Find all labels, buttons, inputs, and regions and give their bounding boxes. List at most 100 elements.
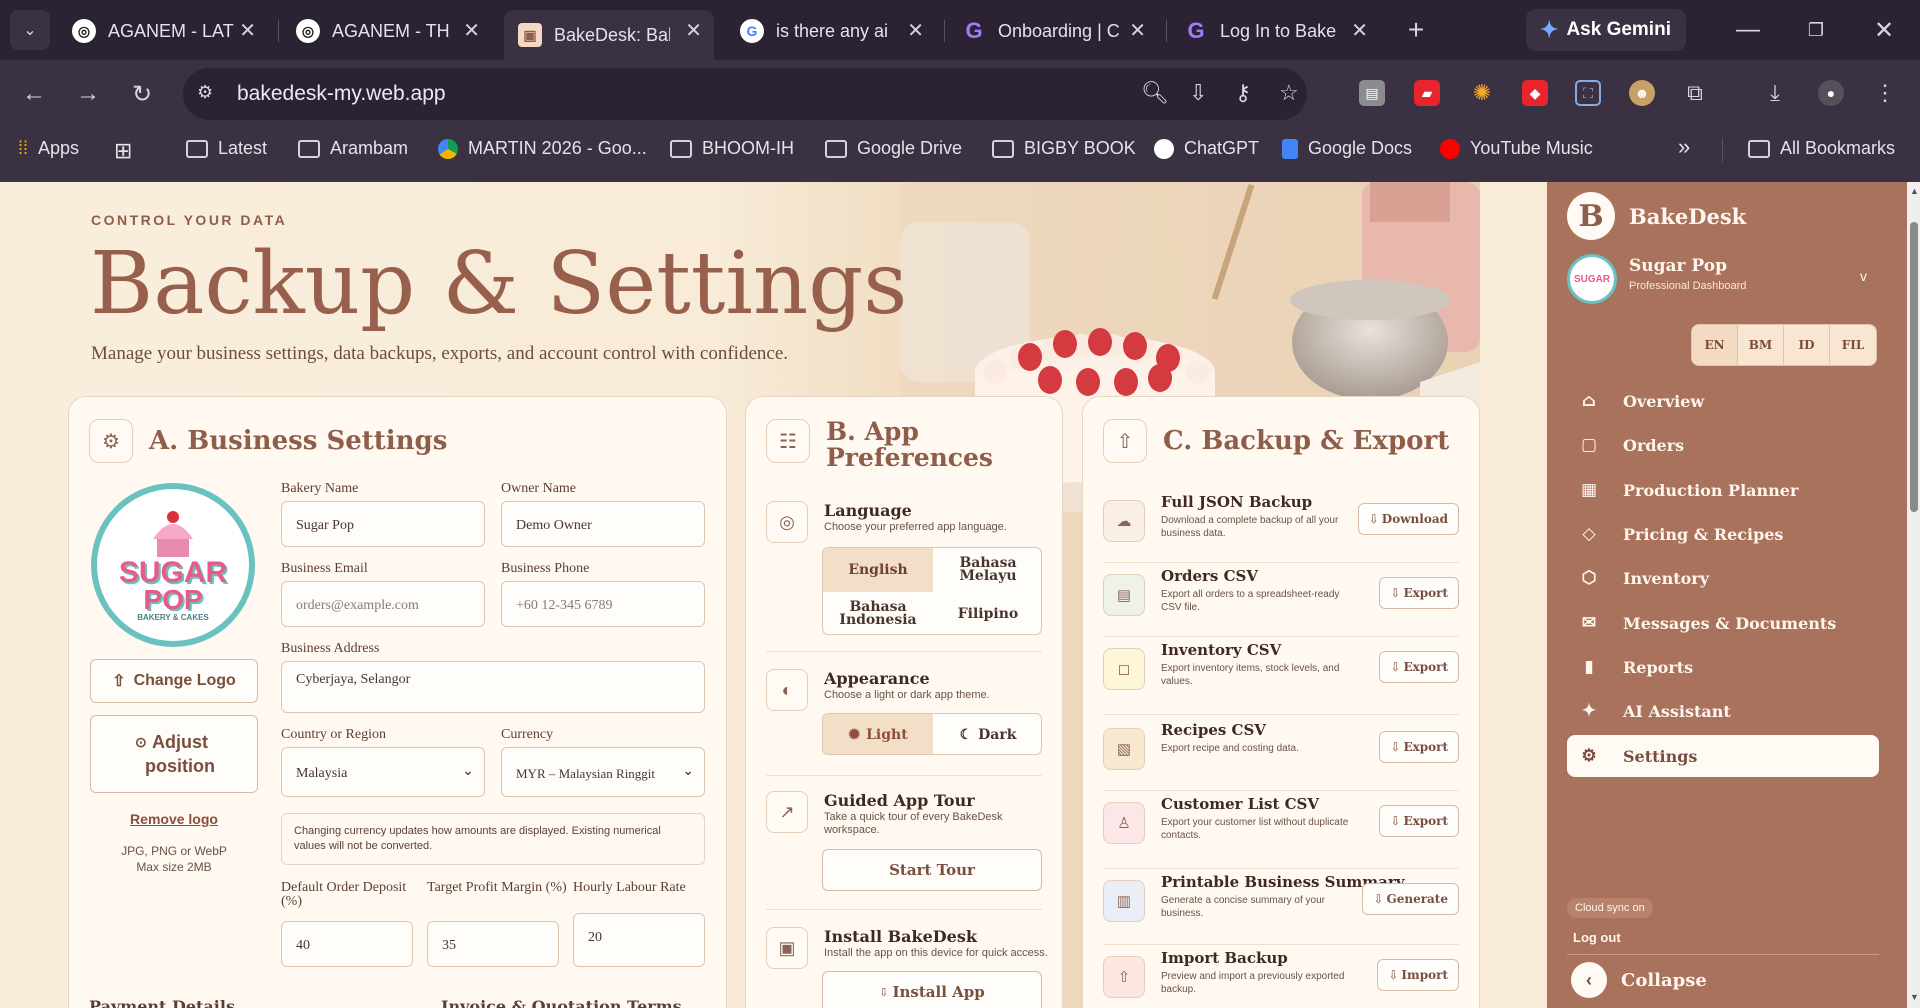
close-window-button[interactable]: ✕	[1864, 10, 1904, 50]
bookmark-bhoom-ih[interactable]: BHOOM-IH	[670, 138, 794, 159]
menu-kebab-icon[interactable]: ⋮	[1872, 80, 1898, 106]
extension-icon[interactable]: ▤	[1359, 80, 1385, 106]
sidebar-item-production-planner[interactable]: ▦ Production Planner	[1567, 469, 1879, 511]
back-button[interactable]: ←	[14, 74, 54, 114]
collapse-button[interactable]: ‹ Collapse	[1571, 962, 1707, 998]
forward-button[interactable]: →	[68, 74, 108, 114]
tab-bakedesk[interactable]: ▣ BakeDesk: Bak ✕	[504, 10, 714, 60]
language-option-bahasa-indonesia[interactable]: Bahasa Indonesia	[823, 592, 933, 634]
minimize-button[interactable]: —	[1728, 10, 1768, 50]
zoom-icon[interactable]: 🔍︎	[1141, 80, 1169, 106]
bookmark-bigby-book[interactable]: BIGBY BOOK	[992, 138, 1136, 159]
country-select[interactable]: Malaysia ⌄	[281, 747, 485, 797]
download-json-button[interactable]: ⇩ Download	[1357, 503, 1459, 535]
scrollbar-thumb[interactable]	[1910, 222, 1918, 512]
lang-id[interactable]: ID	[1784, 325, 1830, 365]
site-info-icon[interactable]: ⚙	[197, 82, 213, 103]
page-scrollbar[interactable]: ▲ ▼	[1907, 182, 1920, 1008]
bookmark-arambam[interactable]: Arambam	[298, 138, 408, 159]
import-backup-button[interactable]: ⇩ Import	[1377, 959, 1459, 991]
tab-aganem-lat[interactable]: ◎ AGANEM - LAT ✕	[58, 10, 268, 52]
minimize-icon: —	[1736, 16, 1760, 43]
bookmark-latest[interactable]: Latest	[186, 138, 267, 159]
language-option-filipino[interactable]: Filipino	[933, 592, 1041, 634]
extension-icon[interactable]: ▰	[1414, 80, 1440, 106]
extension-alert-icon[interactable]: ✺	[1469, 80, 1495, 106]
currency-select[interactable]: MYR – Malaysian Ringgit ⌄	[501, 747, 705, 797]
generate-summary-button[interactable]: ⇩ Generate	[1362, 883, 1459, 915]
sidebar-item-inventory[interactable]: ⬡ Inventory	[1567, 557, 1879, 599]
sidebar-item-messages-documents[interactable]: ✉ Messages & Documents	[1567, 602, 1879, 644]
new-tab-button[interactable]: +	[1396, 10, 1436, 50]
bookmark-tab-groups[interactable]: ⊞	[114, 138, 132, 164]
sidebar-item-overview[interactable]: ⌂ Overview	[1567, 380, 1879, 422]
phone-field[interactable]: +60 12-345 6789	[501, 581, 705, 627]
language-option-bahasa-melayu[interactable]: Bahasa Melayu	[933, 548, 1041, 592]
start-tour-button[interactable]: Start Tour	[822, 849, 1042, 891]
tab-search-button[interactable]: ⌄	[10, 10, 50, 50]
ask-gemini-button[interactable]: ✦ Ask Gemini	[1526, 9, 1686, 51]
change-logo-button[interactable]: ⇧ Change Logo	[90, 659, 258, 703]
password-key-icon[interactable]: ⚷	[1235, 80, 1251, 106]
bookmark-chatgpt[interactable]: ChatGPT	[1154, 138, 1259, 159]
tab-google-search[interactable]: G is there any ai ✕	[726, 10, 936, 52]
sidebar-item-reports[interactable]: ▮ Reports	[1567, 646, 1879, 688]
address-textarea[interactable]: Cyberjaya, Selangor	[281, 661, 705, 713]
extension-icon[interactable]: ◆	[1522, 80, 1548, 106]
bookmark-google-docs[interactable]: Google Docs	[1282, 138, 1412, 159]
bakery-name-field[interactable]: Sugar Pop	[281, 501, 485, 547]
margin-field[interactable]: 35	[427, 921, 559, 967]
download-icon[interactable]: ⤓	[1762, 80, 1788, 106]
close-icon[interactable]: ✕	[685, 18, 702, 43]
bookmark-google-drive[interactable]: Google Drive	[825, 138, 962, 159]
sidebar-item-orders[interactable]: ▢ Orders	[1567, 424, 1879, 466]
restore-icon: ❐	[1807, 19, 1825, 40]
screenshot-extension-icon[interactable]: ⛶	[1575, 80, 1601, 106]
export-recipes-button[interactable]: ⇩ Export	[1379, 731, 1459, 763]
adjust-position-button[interactable]: ⊙ Adjust position	[90, 715, 258, 793]
bookmark-apps[interactable]: ⁞⁞ Apps	[18, 138, 79, 159]
theme-dark-option[interactable]: ☾ Dark	[933, 714, 1041, 754]
profile-avatar[interactable]: ●	[1818, 80, 1844, 106]
sidebar-item-ai-assistant[interactable]: ✦ AI Assistant	[1567, 690, 1879, 732]
email-field[interactable]: orders@example.com	[281, 581, 485, 627]
all-bookmarks-button[interactable]: All Bookmarks	[1748, 138, 1895, 159]
restore-button[interactable]: ❐	[1796, 10, 1836, 50]
tab-aganem-th[interactable]: ◎ AGANEM - TH ✕	[282, 10, 492, 52]
tab-login-bakedesk[interactable]: G Log In to Bake ✕	[1170, 10, 1380, 52]
export-orders-button[interactable]: ⇩ Export	[1379, 577, 1459, 609]
lang-bm[interactable]: BM	[1738, 325, 1784, 365]
labour-field[interactable]: 20	[573, 913, 705, 967]
remove-logo-link[interactable]: Remove logo	[90, 811, 258, 827]
deposit-field[interactable]: 40	[281, 921, 413, 967]
more-bookmarks-button[interactable]: »	[1678, 134, 1690, 160]
extension-icon[interactable]: ☻	[1629, 80, 1655, 106]
sidebar-item-settings[interactable]: ⚙ Settings	[1567, 735, 1879, 777]
language-option-english[interactable]: English	[823, 548, 933, 592]
bookmark-star-icon[interactable]: ☆	[1279, 80, 1299, 106]
export-customers-button[interactable]: ⇩ Export	[1379, 805, 1459, 837]
close-icon[interactable]: ✕	[1129, 18, 1146, 43]
install-app-icon[interactable]: ⇩	[1189, 80, 1207, 106]
bookmark-youtube-music[interactable]: YouTube Music	[1440, 138, 1593, 159]
address-bar[interactable]: ⚙ bakedesk-my.web.app 🔍︎ ⇩ ⚷ ☆	[183, 68, 1307, 120]
tab-onboarding[interactable]: G Onboarding | C ✕	[948, 10, 1158, 52]
lang-en[interactable]: EN	[1692, 325, 1738, 365]
theme-light-option[interactable]: ✺ Light	[823, 714, 933, 754]
close-icon[interactable]: ✕	[907, 18, 924, 43]
owner-name-field[interactable]: Demo Owner	[501, 501, 705, 547]
scroll-up-icon[interactable]: ▲	[1910, 186, 1919, 196]
install-app-button[interactable]: ⇩ Install App	[822, 971, 1042, 1008]
extensions-puzzle-icon[interactable]: ⧉	[1682, 80, 1708, 106]
close-icon[interactable]: ✕	[239, 18, 256, 43]
lang-fil[interactable]: FIL	[1830, 325, 1876, 365]
close-icon[interactable]: ✕	[463, 18, 480, 43]
export-inventory-button[interactable]: ⇩ Export	[1379, 651, 1459, 683]
scroll-down-icon[interactable]: ▼	[1910, 992, 1919, 1002]
logout-link[interactable]: Log out	[1573, 930, 1621, 945]
bookmark-martin-2026[interactable]: MARTIN 2026 - Goo...	[438, 138, 647, 159]
close-icon[interactable]: ✕	[1351, 18, 1368, 43]
sidebar-item-pricing-recipes[interactable]: ◇ Pricing & Recipes	[1567, 513, 1879, 555]
business-switcher[interactable]: SUGAR Sugar Pop Professional Dashboard v	[1567, 254, 1879, 310]
reload-button[interactable]: ↻	[122, 74, 162, 114]
